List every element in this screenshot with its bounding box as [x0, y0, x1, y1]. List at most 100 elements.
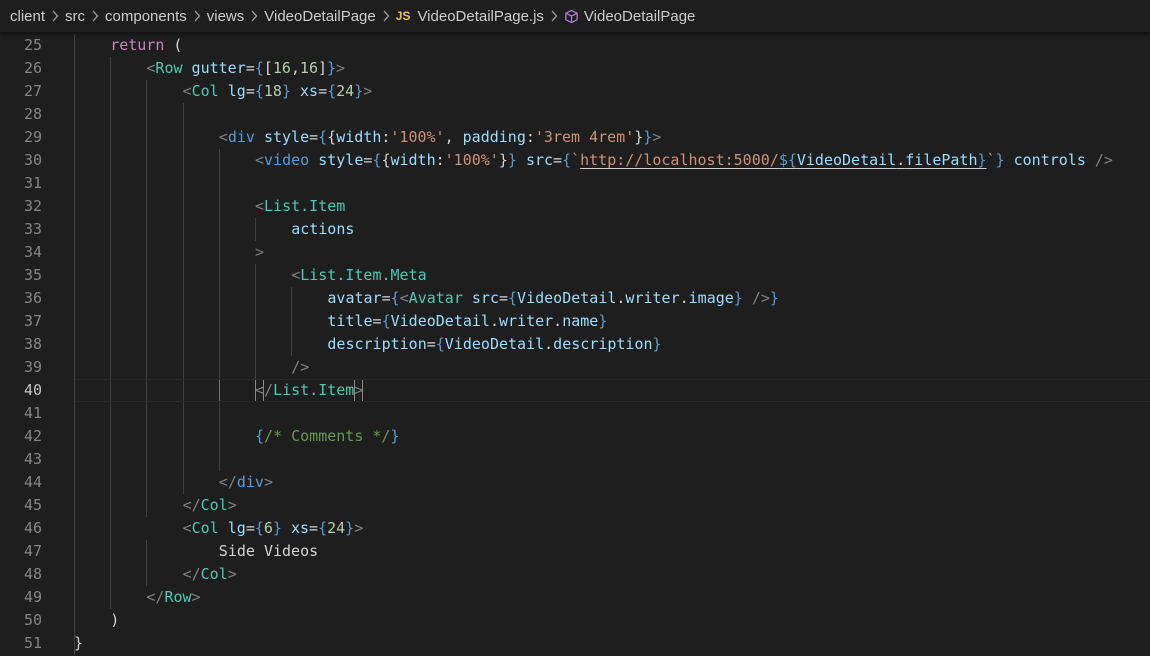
indent-guide — [110, 310, 112, 333]
indent-guide — [110, 241, 112, 264]
code-line[interactable]: 29 <div style={{width:'100%', padding:'3r… — [0, 126, 1150, 149]
code-token: { — [318, 128, 328, 146]
code-line[interactable]: 44 </div> — [0, 471, 1150, 494]
code-token: VideoDetail — [517, 289, 617, 307]
breadcrumb-item-symbol[interactable]: VideoDetailPage — [584, 8, 695, 25]
line-number: 51 — [23, 634, 42, 652]
code-line[interactable]: 27 <Col lg={18} xs={24}> — [0, 80, 1150, 103]
line-number: 26 — [23, 59, 42, 77]
code-token: Row — [164, 588, 192, 606]
code-line[interactable]: 38 description={VideoDetail.description} — [0, 333, 1150, 356]
code-token: { — [435, 335, 445, 353]
code-line[interactable]: 40 </List.Item> — [0, 379, 1150, 402]
breadcrumb-item-src[interactable]: src — [65, 8, 85, 25]
code-token: </ — [182, 496, 201, 514]
code-line[interactable]: 49 </Row> — [0, 586, 1150, 609]
code-line[interactable]: 39 /> — [0, 356, 1150, 379]
code-token: { — [255, 427, 265, 445]
code-line[interactable]: 48 </Col> — [0, 563, 1150, 586]
indent-guide — [182, 448, 184, 471]
code-token: description — [327, 335, 427, 353]
indent-guide — [146, 126, 148, 149]
indent-guide — [110, 494, 112, 517]
breadcrumb-item-components[interactable]: components — [105, 8, 187, 25]
code-line[interactable]: 36 avatar={<Avatar src={VideoDetail.write… — [0, 287, 1150, 310]
code-token: > — [227, 496, 237, 514]
code-line[interactable]: 30 <video style={{width:'100%'}} src={`ht… — [0, 149, 1150, 172]
code-token: image — [688, 289, 734, 307]
code-token: } — [977, 151, 987, 169]
breadcrumb-item-videodetailpage-folder[interactable]: VideoDetailPage — [264, 8, 375, 25]
code-token: VideoDetail — [390, 312, 490, 330]
indent-guide — [74, 586, 75, 609]
code-line[interactable]: 51} — [0, 632, 1150, 655]
indent-guide — [74, 471, 75, 494]
code-token: / — [264, 381, 274, 399]
code-token: xs — [300, 82, 319, 100]
indent-guide — [182, 149, 184, 172]
code-line[interactable]: 47 Side Videos — [0, 540, 1150, 563]
code-line[interactable]: 31 — [0, 172, 1150, 195]
line-number: 43 — [23, 450, 42, 468]
code-token: '100%' — [444, 151, 499, 169]
code-line[interactable]: 46 <Col lg={6} xs={24}> — [0, 517, 1150, 540]
code-text: <video style={{width:'100%'}} src={`http… — [255, 149, 1113, 172]
code-editor[interactable]: 25 return (26 <Row gutter={[16,16]}> 27 <Col… — [0, 32, 1150, 656]
code-line[interactable]: 42 {/* Comments */} — [0, 425, 1150, 448]
breadcrumb-item-views[interactable]: views — [207, 8, 245, 25]
code-line[interactable]: 25 return ( — [0, 34, 1150, 57]
chevron-right-icon — [91, 10, 99, 22]
line-number: 39 — [23, 358, 42, 376]
code-token: VideoDetail — [796, 151, 897, 169]
line-number: 32 — [23, 197, 42, 215]
indent-guide — [182, 218, 184, 241]
code-token: style — [263, 128, 310, 146]
indent-guide — [74, 172, 75, 195]
indent-guide — [146, 356, 148, 379]
code-token: } — [634, 128, 644, 146]
indent-guide — [74, 425, 75, 448]
indent-guide — [218, 379, 220, 402]
code-token: } — [507, 151, 517, 169]
indent-guide — [146, 149, 148, 172]
code-line[interactable]: 32 <List.Item — [0, 195, 1150, 218]
js-file-icon: JS — [395, 9, 411, 23]
code-token: > — [652, 128, 662, 146]
indent-guide — [74, 241, 75, 264]
code-line[interactable]: 41 — [0, 402, 1150, 425]
code-line[interactable]: 33 actions — [0, 218, 1150, 241]
indent-guide — [146, 103, 148, 126]
code-token: div — [236, 473, 264, 491]
breadcrumb-item-client[interactable]: client — [10, 8, 45, 25]
code-token: { — [562, 151, 572, 169]
code-line[interactable]: 26 <Row gutter={[16,16]}> — [0, 57, 1150, 80]
indent-guide — [110, 586, 112, 609]
code-token: /> — [751, 289, 770, 307]
code-token: title — [327, 312, 373, 330]
code-token: = — [318, 82, 328, 100]
code-text: <List.Item — [255, 195, 345, 218]
code-line[interactable]: 43 — [0, 448, 1150, 471]
code-line[interactable]: 34 > — [0, 241, 1150, 264]
line-number: 45 — [23, 496, 42, 514]
code-token: . — [553, 312, 563, 330]
breadcrumb-item-file[interactable]: VideoDetailPage.js — [417, 8, 543, 25]
code-line[interactable]: 37 title={VideoDetail.writer.name} — [0, 310, 1150, 333]
indent-guide — [255, 287, 256, 310]
code-token: < — [291, 266, 301, 284]
code-line[interactable]: 45 </Col> — [0, 494, 1150, 517]
code-token: { — [318, 519, 328, 537]
indent-guide — [110, 172, 112, 195]
code-token: } — [74, 634, 84, 652]
indent-guide — [110, 103, 112, 126]
code-token: description — [553, 335, 653, 353]
code-line[interactable]: 35 <List.Item.Meta — [0, 264, 1150, 287]
code-line[interactable]: 28 — [0, 103, 1150, 126]
code-line[interactable]: 50) — [0, 609, 1150, 632]
code-token: 24 — [336, 82, 355, 100]
code-token: = — [245, 82, 255, 100]
